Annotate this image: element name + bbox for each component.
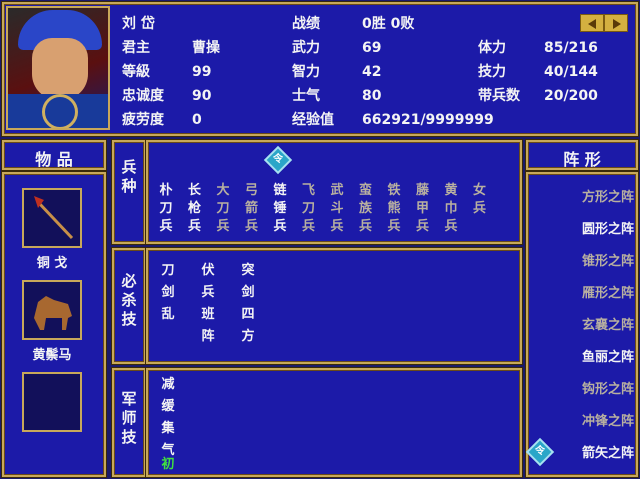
formation-item-5[interactable]: 玄襄之阵 [554,314,634,333]
troop-type-8[interactable]: 蛮 族 兵 [356,182,376,236]
fatigue-label: 疲劳度 [122,112,164,128]
formation-item-9[interactable]: 箭矢之阵 [554,442,634,461]
morale-label: 士气 [292,88,320,104]
halberd-icon [34,196,74,240]
force-label: 武力 [292,40,320,56]
level-label: 等級 [122,64,150,80]
formation-item-6[interactable]: 鱼丽之阵 [554,346,634,365]
fatigue-value: 0 [192,112,202,128]
item-slot-3[interactable] [22,372,82,432]
formation-item-1[interactable]: 方形之阵 [554,186,634,205]
troop-type-1[interactable]: 朴 刀 兵 [156,182,176,236]
strategist-label: 军师技 [121,390,137,446]
troop-type-11[interactable]: 黄 巾 兵 [441,182,461,236]
morale-value: 80 [362,88,382,104]
items-title: 物 品 [35,150,73,169]
hp-label: 体力 [478,40,506,56]
horse-icon [34,296,72,330]
troop-type-4[interactable]: 弓 箭 兵 [242,182,262,236]
general-portrait [6,6,110,130]
troop-type-2[interactable]: 长 枪 兵 [185,182,205,236]
intel-value: 42 [362,64,382,80]
loyalty-value: 90 [192,88,212,104]
lord-value: 曹操 [192,40,220,56]
troop-type-3[interactable]: 大 刀 兵 [213,182,233,236]
formation-item-4[interactable]: 雁形之阵 [554,282,634,301]
troop-type-5[interactable]: 链 锤 兵 [270,182,290,236]
general-name: 刘 岱 [122,16,155,32]
intel-label: 智力 [292,64,320,80]
formation-title: 阵 形 [563,150,601,169]
troop-type-9[interactable]: 铁 熊 兵 [384,182,404,236]
troop-type-12[interactable]: 女 兵 [470,182,490,218]
item-slot-1[interactable] [22,188,82,248]
lord-label: 君主 [122,40,150,56]
exp-label: 经验值 [292,112,334,128]
formation-item-7[interactable]: 钩形之阵 [554,378,634,397]
troop-type-7[interactable]: 武 斗 兵 [327,182,347,236]
formation-item-3[interactable]: 锥形之阵 [554,250,634,269]
special-move-1[interactable]: 刀 剑 乱 [158,260,178,326]
record-value: 0胜 0败 [362,16,415,32]
level-value: 99 [192,64,212,80]
item-slot-2[interactable] [22,280,82,340]
sp-value: 40/144 [544,64,598,80]
formation-item-2[interactable]: 圆形之阵 [554,218,634,237]
formation-item-8[interactable]: 冲锋之阵 [554,410,634,429]
record-label: 战绩 [292,16,320,32]
prev-general-button[interactable] [580,14,604,32]
strategist-panel [146,368,522,477]
sp-label: 技力 [478,64,506,80]
item-name-2: 黄鬃马 [32,348,72,363]
special-move-2[interactable]: 伏 兵 班 阵 [198,260,218,348]
troops-value: 20/200 [544,88,598,104]
special-moves-label: 必杀技 [121,272,137,328]
exp-value: 662921/9999999 [362,112,494,128]
hp-value: 85/216 [544,40,598,56]
next-general-button[interactable] [604,14,628,32]
force-value: 69 [362,40,382,56]
special-move-3[interactable]: 突 剑 四 方 [238,260,258,348]
troop-type-10[interactable]: 藤 甲 兵 [413,182,433,236]
loyalty-label: 忠诚度 [122,88,164,104]
strategist-level: 初 [161,457,175,472]
troop-type-label: 兵种 [121,158,137,195]
troops-label: 带兵数 [478,88,520,104]
item-name-1: 铜 戈 [36,256,68,271]
strategist-skill[interactable]: 减 缓 集 气 [158,374,178,462]
troop-type-6[interactable]: 飞 刀 兵 [299,182,319,236]
